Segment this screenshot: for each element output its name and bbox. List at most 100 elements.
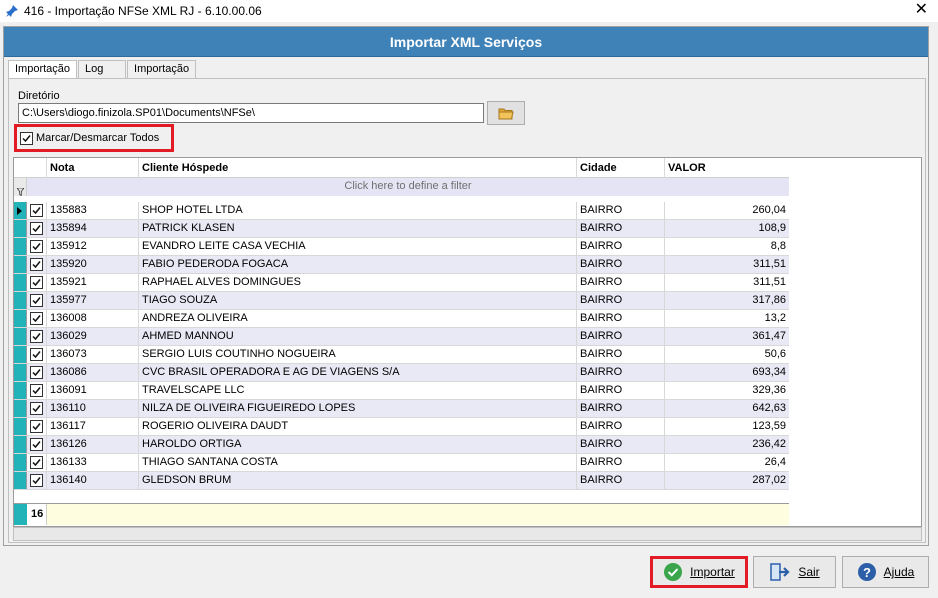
select-all-checkbox[interactable]: Marcar/Desmarcar Todos bbox=[14, 124, 174, 152]
table-row[interactable]: 136086 CVC BRASIL OPERADORA E AG DE VIAGE… bbox=[14, 364, 789, 382]
exit-door-icon bbox=[770, 563, 790, 581]
column-header-nota[interactable]: Nota bbox=[47, 158, 139, 178]
row-indicator bbox=[14, 382, 27, 399]
row-checkbox-cell bbox=[27, 274, 47, 291]
cell-cliente: ROGERIO OLIVEIRA DAUDT bbox=[139, 418, 577, 435]
tab-log[interactable]: Log bbox=[78, 60, 127, 78]
cell-valor: 311,51 bbox=[753, 258, 786, 270]
exit-button-label: Sair bbox=[798, 565, 820, 579]
close-icon[interactable]: ✕ bbox=[915, 2, 928, 18]
cell-valor: 13,2 bbox=[764, 312, 786, 324]
row-indicator bbox=[14, 454, 27, 471]
tab-importacao[interactable]: Importação bbox=[8, 60, 78, 79]
cell-cliente: SERGIO LUIS COUTINHO NOGUEIRA bbox=[139, 346, 577, 363]
cell-nota: 136008 bbox=[47, 310, 139, 327]
filter-row: Click here to define a filter bbox=[14, 178, 789, 196]
filter-define-cell[interactable]: Click here to define a filter bbox=[27, 178, 789, 196]
cell-valor: 287,02 bbox=[752, 474, 786, 486]
row-checkbox[interactable] bbox=[30, 240, 43, 253]
row-checkbox-cell bbox=[27, 382, 47, 399]
row-checkbox-cell bbox=[27, 436, 47, 453]
help-button-label: Ajuda bbox=[883, 565, 915, 579]
row-indicator bbox=[14, 364, 27, 381]
cell-cidade: BAIRRO bbox=[577, 328, 665, 345]
table-row[interactable]: 136091 TRAVELSCAPE LLC BAIRRO 329,36 bbox=[14, 382, 789, 400]
row-checkbox[interactable] bbox=[30, 312, 43, 325]
cell-cidade: BAIRRO bbox=[577, 202, 665, 219]
table-row[interactable]: 136126 HAROLDO ORTIGA BAIRRO 236,42 bbox=[14, 436, 789, 454]
cell-valor: 108,9 bbox=[758, 222, 786, 234]
row-checkbox[interactable] bbox=[30, 294, 43, 307]
cell-cliente: THIAGO SANTANA COSTA bbox=[139, 454, 577, 471]
cell-valor: 642,63 bbox=[752, 402, 786, 414]
cell-valor: 8,8 bbox=[770, 240, 786, 252]
row-checkbox[interactable] bbox=[30, 474, 43, 487]
row-checkbox[interactable] bbox=[30, 438, 43, 451]
cell-nota: 136086 bbox=[47, 364, 139, 381]
table-row[interactable]: 135883 SHOP HOTEL LTDA BAIRRO 260,04 bbox=[14, 202, 789, 220]
row-checkbox[interactable] bbox=[30, 348, 43, 361]
row-checkbox-cell bbox=[27, 310, 47, 327]
browse-folder-button[interactable] bbox=[487, 101, 525, 125]
checkbox-checked-icon[interactable] bbox=[20, 131, 33, 145]
table-row[interactable]: 136140 GLEDSON BRUM BAIRRO 287,02 bbox=[14, 472, 789, 490]
help-button[interactable]: ? Ajuda bbox=[842, 556, 929, 588]
cell-cidade: BAIRRO bbox=[577, 238, 665, 255]
folder-icon bbox=[498, 108, 514, 119]
row-checkbox[interactable] bbox=[30, 204, 43, 217]
table-row[interactable]: 135894 PATRICK KLASEN BAIRRO 108,9 bbox=[14, 220, 789, 238]
cell-cidade: BAIRRO bbox=[577, 418, 665, 435]
row-checkbox[interactable] bbox=[30, 366, 43, 379]
cell-cliente: EVANDRO LEITE CASA VECHIA bbox=[139, 238, 577, 255]
row-checkbox-cell bbox=[27, 454, 47, 471]
select-all-label: Marcar/Desmarcar Todos bbox=[36, 132, 160, 144]
tab-content: Diretório Marcar/Desmarcar Todos Nota Cl… bbox=[8, 78, 926, 543]
cell-cliente: TIAGO SOUZA bbox=[139, 292, 577, 309]
grid-header: Nota Cliente Hóspede Cidade VALOR bbox=[14, 158, 789, 178]
column-header-valor[interactable]: VALOR bbox=[665, 158, 789, 178]
column-header-cliente[interactable]: Cliente Hóspede bbox=[139, 158, 577, 178]
cell-cidade: BAIRRO bbox=[577, 292, 665, 309]
row-indicator bbox=[14, 202, 27, 219]
column-header-cidade[interactable]: Cidade bbox=[577, 158, 665, 178]
main-frame: Importar XML Serviços Importação Log Imp… bbox=[3, 26, 929, 546]
row-checkbox[interactable] bbox=[30, 384, 43, 397]
row-indicator bbox=[14, 256, 27, 273]
row-checkbox[interactable] bbox=[30, 222, 43, 235]
tab-importacao-2[interactable]: Importação bbox=[127, 60, 197, 78]
cell-cliente: RAPHAEL ALVES DOMINGUES bbox=[139, 274, 577, 291]
exit-button[interactable]: Sair bbox=[753, 556, 836, 588]
cell-cidade: BAIRRO bbox=[577, 220, 665, 237]
import-button[interactable]: Importar bbox=[650, 556, 748, 588]
row-checkbox[interactable] bbox=[30, 258, 43, 271]
cell-nota: 136126 bbox=[47, 436, 139, 453]
row-checkbox[interactable] bbox=[30, 276, 43, 289]
cell-cliente: GLEDSON BRUM bbox=[139, 472, 577, 489]
cell-nota: 136029 bbox=[47, 328, 139, 345]
table-row[interactable]: 135920 FABIO PEDERODA FOGACA BAIRRO 311,51 bbox=[14, 256, 789, 274]
cell-cliente: SHOP HOTEL LTDA bbox=[139, 202, 577, 219]
import-button-label: Importar bbox=[690, 565, 735, 579]
table-row[interactable]: 136117 ROGERIO OLIVEIRA DAUDT BAIRRO 123,59 bbox=[14, 418, 789, 436]
row-checkbox[interactable] bbox=[30, 330, 43, 343]
table-row[interactable]: 136008 ANDREZA OLIVEIRA BAIRRO 13,2 bbox=[14, 310, 789, 328]
row-checkbox-cell bbox=[27, 364, 47, 381]
row-checkbox[interactable] bbox=[30, 420, 43, 433]
check-circle-icon bbox=[664, 563, 683, 581]
cell-nota: 136133 bbox=[47, 454, 139, 471]
row-checkbox[interactable] bbox=[30, 402, 43, 415]
table-row[interactable]: 135912 EVANDRO LEITE CASA VECHIA BAIRRO 8,8 bbox=[14, 238, 789, 256]
table-row[interactable]: 136110 NILZA DE OLIVEIRA FIGUEIREDO LOPES… bbox=[14, 400, 789, 418]
cell-cidade: BAIRRO bbox=[577, 364, 665, 381]
table-row[interactable]: 136073 SERGIO LUIS COUTINHO NOGUEIRA BAIRR… bbox=[14, 346, 789, 364]
table-row[interactable]: 135921 RAPHAEL ALVES DOMINGUES BAIRRO 311,5… bbox=[14, 274, 789, 292]
pin-icon bbox=[6, 5, 18, 17]
table-row[interactable]: 135977 TIAGO SOUZA BAIRRO 317,86 bbox=[14, 292, 789, 310]
row-checkbox[interactable] bbox=[30, 456, 43, 469]
table-row[interactable]: 136029 AHMED MANNOU BAIRRO 361,47 bbox=[14, 328, 789, 346]
footer-indicator bbox=[14, 504, 27, 525]
table-row[interactable]: 136133 THIAGO SANTANA COSTA BAIRRO 26,4 bbox=[14, 454, 789, 472]
cell-cidade: BAIRRO bbox=[577, 310, 665, 327]
horizontal-scrollbar[interactable] bbox=[13, 527, 922, 541]
directory-input[interactable] bbox=[18, 103, 484, 123]
